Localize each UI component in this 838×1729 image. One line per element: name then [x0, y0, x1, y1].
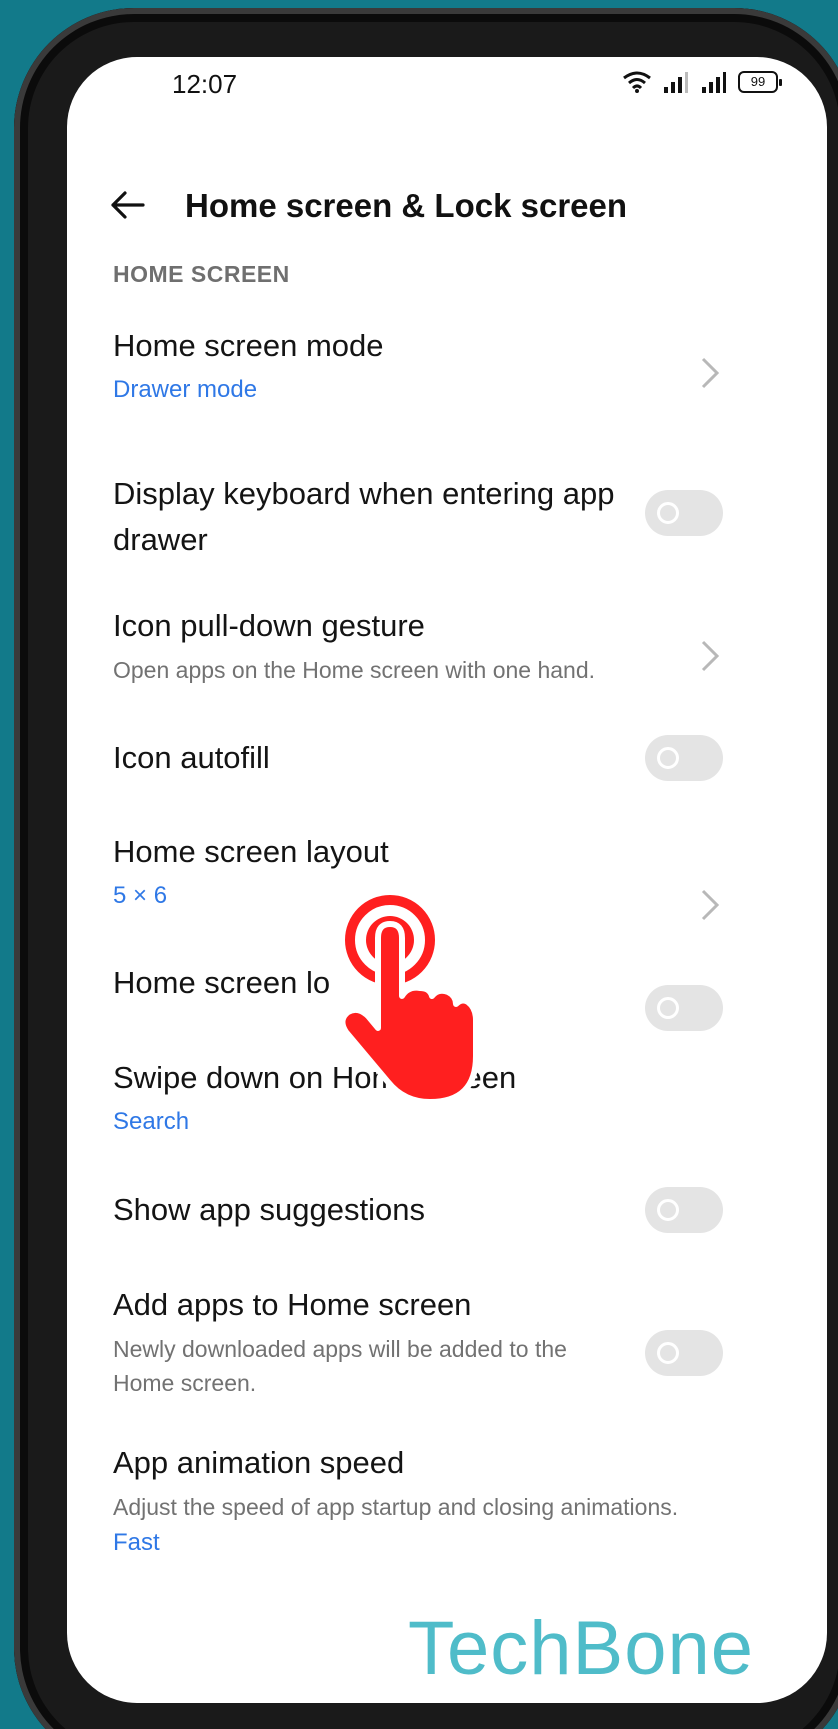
section-label-home-screen: HOME SCREEN: [113, 261, 290, 287]
chevron-right-icon: [701, 889, 720, 921]
setting-subtitle: Newly downloaded apps will be added to t…: [113, 1336, 567, 1396]
setting-value: Search: [113, 1108, 190, 1135]
toggle-add-apps[interactable]: [645, 1330, 723, 1376]
toggle-knob: [657, 1199, 679, 1221]
toggle-knob: [657, 747, 679, 769]
setting-icon-pull-down-gesture[interactable]: Icon pull-down gesture Open apps on the …: [113, 603, 773, 687]
toggle-display-keyboard[interactable]: [645, 490, 723, 536]
page-title: Home screen & Lock screen: [185, 187, 628, 224]
tap-hand-icon: [339, 895, 479, 1105]
setting-title: Display keyboard when entering app drawe…: [113, 476, 615, 557]
wifi-icon: [623, 71, 651, 93]
back-arrow-icon[interactable]: [107, 185, 147, 225]
techbone-watermark: TechBone: [408, 1606, 755, 1691]
setting-value: Drawer mode: [113, 376, 258, 403]
setting-value: Fast: [113, 1529, 160, 1556]
toggle-icon-autofill[interactable]: [645, 735, 723, 781]
toggle-show-app-suggestions[interactable]: [645, 1187, 723, 1233]
status-icons: 99: [622, 70, 782, 94]
toggle-knob: [657, 997, 679, 1019]
setting-subtitle: Open apps on the Home screen with one ha…: [113, 657, 596, 683]
toggle-home-screen-lock[interactable]: [645, 985, 723, 1031]
toggle-knob: [657, 1342, 679, 1364]
status-time: 12:07: [172, 69, 238, 99]
setting-subtitle: Adjust the speed of app startup and clos…: [113, 1494, 679, 1520]
toggle-knob: [657, 502, 679, 524]
chevron-right-icon: [701, 357, 720, 389]
page-header: Home screen & Lock screen: [67, 167, 827, 247]
setting-title: App animation speed: [113, 1445, 405, 1480]
phone-screen: 12:07 99 Home screen & Lock screen HOME …: [67, 57, 827, 1703]
setting-add-apps[interactable]: Add apps to Home screen Newly downloaded…: [113, 1282, 633, 1400]
signal-icon: [702, 72, 726, 93]
battery-level: 99: [750, 74, 766, 89]
setting-title: Add apps to Home screen: [113, 1287, 472, 1322]
setting-app-animation-speed[interactable]: App animation speed Adjust the speed of …: [113, 1440, 773, 1560]
setting-title: Home screen layout: [113, 834, 389, 869]
signal-icon: [664, 72, 688, 93]
setting-display-keyboard[interactable]: Display keyboard when entering app drawe…: [113, 471, 633, 563]
phone-frame: 12:07 99 Home screen & Lock screen HOME …: [14, 8, 838, 1729]
status-bar: 12:07 99: [67, 57, 827, 119]
setting-home-screen-mode[interactable]: Home screen mode Drawer mode: [113, 323, 773, 407]
setting-title: Home screen mode: [113, 328, 384, 363]
setting-title: Icon pull-down gesture: [113, 608, 425, 643]
chevron-right-icon: [701, 640, 720, 672]
battery-icon: 99: [738, 71, 782, 93]
